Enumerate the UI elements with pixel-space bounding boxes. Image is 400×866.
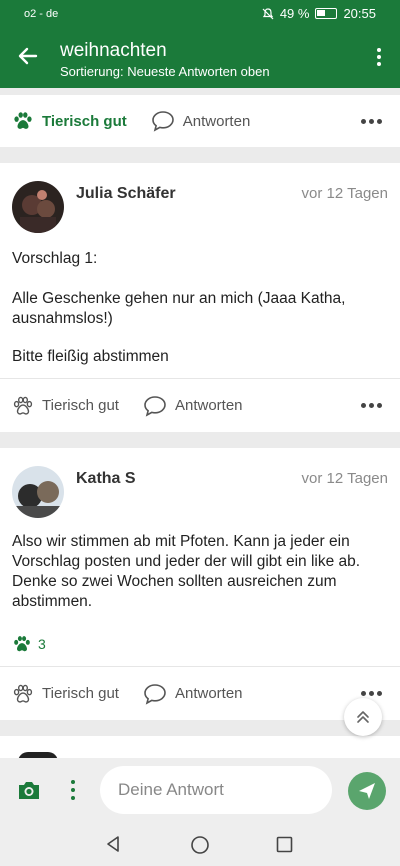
reply-input[interactable]: Deine Antwort [100,766,332,814]
like-button[interactable]: Tierisch gut [12,683,119,705]
battery-percent: 49 % [279,6,310,21]
app-bar: weihnachten Sortierung: Neueste Antworte… [0,28,400,88]
carrier-label: o2 - de [24,8,59,20]
reply-label: Antworten [182,112,251,130]
reply-label: Antworten [174,685,243,702]
status-right: 49 % 20:55 [262,6,376,21]
post-line: Alle Geschenke gehen nur an mich (Jaaa K… [12,290,346,327]
app-header: o2 - de 49 % 20:55 weihnachten Sortierun… [0,0,400,88]
like-label: Tierisch gut [42,397,119,414]
top-post-actions: Tierisch gut Antworten [0,95,400,147]
post-actions: Tierisch gut Antworten [0,378,400,432]
back-arrow-icon[interactable] [16,44,40,68]
double-chevron-up-icon [357,711,369,723]
like-label: Tierisch gut [42,112,127,130]
reply-button[interactable]: Antworten [143,683,243,705]
paw-outline-icon [13,684,33,703]
like-button[interactable]: Tierisch gut [12,110,127,132]
battery-icon [315,8,338,19]
post-date: vor 12 Tagen [301,470,388,487]
reply-button[interactable]: Antworten [151,110,251,132]
clock: 20:55 [343,6,376,21]
paw-icon [14,112,32,129]
reply-composer: Deine Antwort [0,758,400,822]
title-block: weihnachten Sortierung: Neueste Antworte… [60,40,270,79]
scroll-to-top-button[interactable] [344,698,382,736]
page-title: weihnachten [60,40,167,61]
post-line: Vorschlag 1: [12,250,98,267]
paw-icon [14,636,30,652]
comment-bubble-icon [144,395,166,417]
attachment-menu-icon[interactable] [70,780,76,800]
sort-subtitle[interactable]: Sortierung: Neueste Antworten oben [60,64,270,79]
more-options-icon[interactable] [361,119,382,124]
status-bar: o2 - de 49 % 20:55 [0,0,400,28]
mute-bell-icon [262,7,274,19]
post-line: Also wir stimmen ab mit Pfoten. Kann ja … [12,533,361,610]
avatar[interactable] [12,466,64,518]
nav-home-icon[interactable] [190,835,210,855]
reply-label: Antworten [174,397,243,414]
comment-bubble-icon [151,111,174,132]
post-line: Bitte fleißig abstimmen [12,348,169,365]
post-date: vor 12 Tagen [301,185,388,202]
paw-outline-icon [13,396,33,415]
post-actions: Tierisch gut Antworten [0,666,400,720]
reply-button[interactable]: Antworten [143,395,243,417]
more-options-icon[interactable] [361,403,382,408]
system-nav-bar [0,822,400,866]
avatar[interactable] [12,181,64,233]
more-options-icon[interactable] [361,691,382,696]
like-button[interactable]: Tierisch gut [12,395,119,417]
author-name[interactable]: Julia Schäfer [76,185,176,203]
comment-bubble-icon [144,683,166,705]
send-button[interactable] [348,772,386,810]
camera-icon[interactable] [16,778,42,802]
next-post-card [0,736,400,762]
author-name[interactable]: Katha S [76,470,136,488]
send-icon [359,783,375,799]
nav-recents-icon[interactable] [276,836,293,853]
nav-back-icon[interactable] [104,835,122,853]
likes-count-row[interactable]: 3 [12,634,46,654]
overflow-menu-icon[interactable] [376,48,382,68]
likes-count: 3 [38,636,46,652]
like-label: Tierisch gut [42,685,119,702]
